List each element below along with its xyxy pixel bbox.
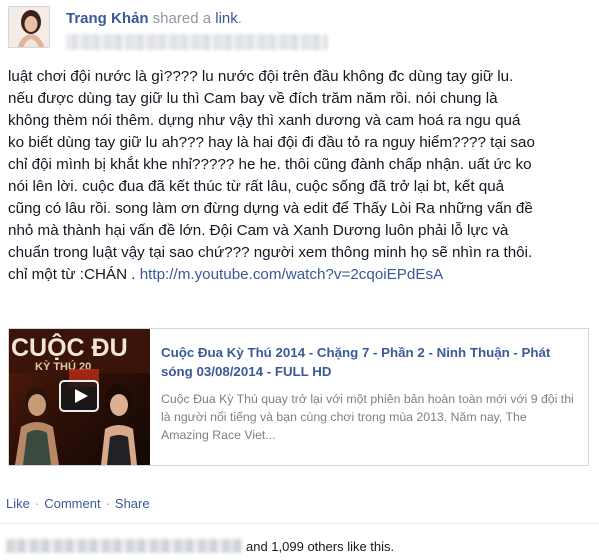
likes-summary: and 1,099 others like this. bbox=[6, 539, 394, 555]
share-button[interactable]: Share bbox=[115, 496, 150, 511]
link-preview-card[interactable]: CUỘC ĐU KỲ THÚ 20 Cuộc Đua Kỳ Thú 2014 -… bbox=[8, 328, 589, 466]
likes-count-text[interactable]: and 1,099 others like this. bbox=[246, 539, 394, 554]
post-body-text: luật chơi đội nước là gì???? lu nước đội… bbox=[8, 68, 535, 283]
blurred-liker-names bbox=[6, 539, 242, 553]
author-line: Trang Khản shared a link. bbox=[66, 10, 242, 27]
avatar-photo bbox=[9, 7, 49, 47]
link-card-body: Cuộc Đua Kỳ Thú 2014 - Chặng 7 - Phần 2 … bbox=[161, 343, 576, 444]
video-thumbnail[interactable]: CUỘC ĐU KỲ THÚ 20 bbox=[9, 329, 150, 465]
post-header: Trang Khản shared a link. bbox=[8, 6, 591, 54]
post-url-link[interactable]: http://m.youtube.com/watch?v=2cqoiEPdEsA bbox=[140, 266, 444, 283]
link-card-description: Cuộc Đua Kỳ Thú quay trở lại với một phi… bbox=[161, 392, 574, 442]
divider bbox=[0, 523, 599, 524]
comment-button[interactable]: Comment bbox=[44, 496, 100, 511]
shared-period: . bbox=[237, 10, 242, 27]
shared-object-link[interactable]: link bbox=[215, 10, 238, 27]
blurred-timestamp bbox=[66, 34, 328, 50]
action-separator: · bbox=[34, 496, 40, 511]
author-avatar[interactable] bbox=[8, 6, 50, 48]
thumbnail-title-1: CUỘC ĐU bbox=[11, 332, 128, 362]
action-separator: · bbox=[105, 496, 110, 511]
link-card-title[interactable]: Cuộc Đua Kỳ Thú 2014 - Chặng 7 - Phần 2 … bbox=[161, 343, 576, 381]
author-name[interactable]: Trang Khản bbox=[66, 10, 149, 27]
shared-text: shared a bbox=[148, 10, 216, 27]
play-icon[interactable] bbox=[59, 380, 99, 412]
post-actions: Like · Comment · Share bbox=[6, 496, 150, 511]
post-body: luật chơi đội nước là gì???? lu nước đội… bbox=[8, 66, 591, 286]
like-button[interactable]: Like bbox=[6, 496, 30, 511]
